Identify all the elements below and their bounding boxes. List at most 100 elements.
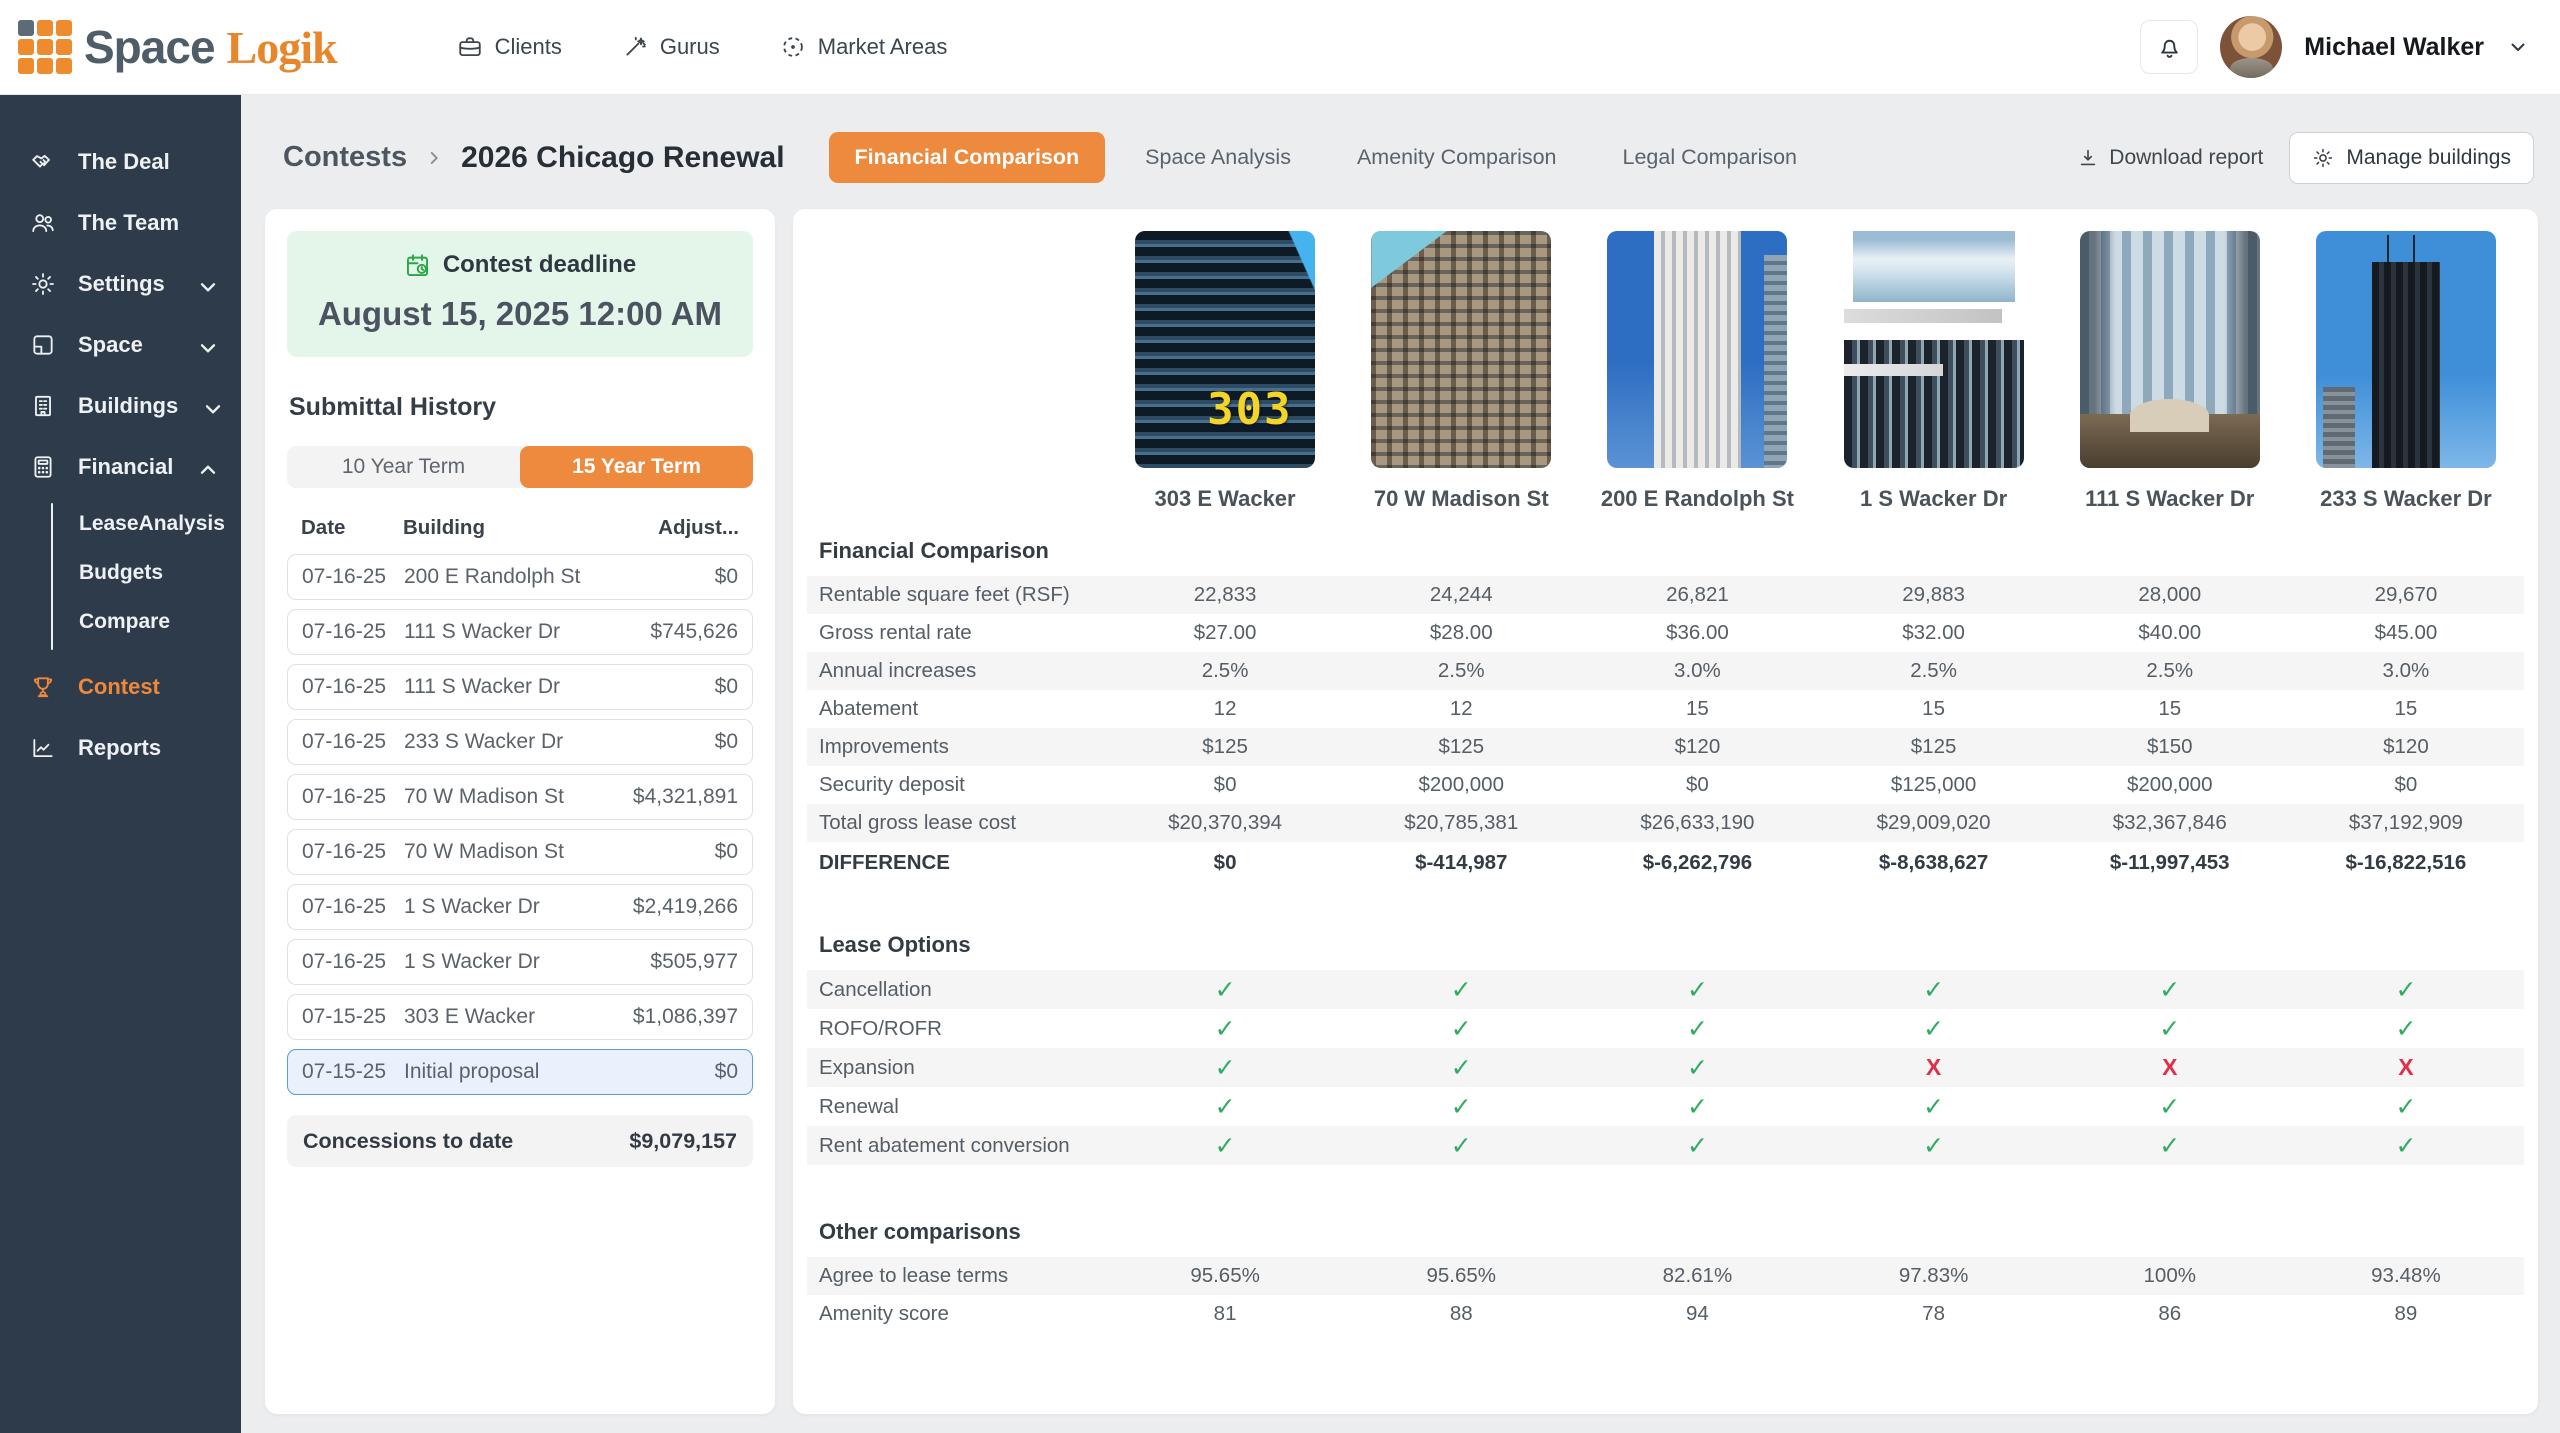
- row-value: $-16,822,516: [2288, 851, 2524, 875]
- building-photo: [1371, 231, 1551, 468]
- comparison-row-renewal: Renewal✓✓✓✓✓✓: [807, 1087, 2524, 1126]
- buildings-icon: [30, 393, 56, 419]
- breadcrumb-contests[interactable]: Contests: [283, 141, 407, 174]
- comparison-row-agree-to-lease-terms: Agree to lease terms95.65%95.65%82.61%97…: [807, 1257, 2524, 1295]
- submittal-row[interactable]: 07-16-25200 E Randolph St$0: [287, 554, 753, 600]
- submittal-row[interactable]: 07-16-2570 W Madison St$4,321,891: [287, 774, 753, 820]
- submittal-row[interactable]: 07-16-25111 S Wacker Dr$745,626: [287, 609, 753, 655]
- check-icon: ✓: [1107, 1092, 1343, 1122]
- row-value: $120: [2288, 735, 2524, 759]
- check-icon: ✓: [2288, 1014, 2524, 1044]
- gear-icon: [30, 271, 56, 297]
- spacelogik-logo[interactable]: SpaceLogik: [18, 20, 337, 74]
- row-value: 12: [1107, 697, 1343, 721]
- row-value: 88: [1343, 1302, 1579, 1326]
- sidebar-item-reports[interactable]: Reports: [0, 717, 241, 778]
- row-value: $40.00: [2052, 621, 2288, 645]
- app-root: SpaceLogik Clients Gurus Market Areas Mich…: [0, 0, 2560, 1433]
- row-label: Expansion: [807, 1056, 1107, 1080]
- tab-amenity-comparison[interactable]: Amenity Comparison: [1331, 132, 1583, 183]
- submittal-row[interactable]: 07-16-251 S Wacker Dr$2,419,266: [287, 884, 753, 930]
- row-label: Cancellation: [807, 978, 1107, 1002]
- sidebar-item-settings[interactable]: Settings: [0, 253, 241, 314]
- submittal-row[interactable]: 07-15-25303 E Wacker$1,086,397: [287, 994, 753, 1040]
- row-label: Rentable square feet (RSF): [807, 583, 1107, 607]
- nav-gurus[interactable]: Gurus: [622, 34, 720, 60]
- row-value: 100%: [2052, 1264, 2288, 1288]
- submittal-row[interactable]: 07-16-251 S Wacker Dr$505,977: [287, 939, 753, 985]
- submittal-row[interactable]: 07-16-25111 S Wacker Dr$0: [287, 664, 753, 710]
- check-icon: ✓: [1816, 1131, 2052, 1161]
- tab-legal-comparison[interactable]: Legal Comparison: [1597, 132, 1824, 183]
- check-icon: ✓: [1579, 975, 1815, 1005]
- check-icon: ✓: [1107, 1053, 1343, 1083]
- sidebar-subsection-financial: LeaseAnalysisBudgetsCompare: [0, 497, 241, 656]
- chart-icon: [30, 735, 56, 761]
- sidebar-item-space[interactable]: Space: [0, 314, 241, 375]
- row-value: 22,833: [1107, 583, 1343, 607]
- submittal-row[interactable]: 07-15-25Initial proposal$0: [287, 1049, 753, 1095]
- term-button-15-year-term[interactable]: 15 Year Term: [520, 446, 753, 488]
- row-amount: $1,086,397: [633, 1005, 738, 1029]
- sidebar-subitem-leaseanalysis[interactable]: LeaseAnalysis: [79, 499, 225, 548]
- row-amount: $0: [715, 730, 738, 754]
- sidebar-item-the-team[interactable]: The Team: [0, 192, 241, 253]
- column-building: Building: [403, 516, 658, 540]
- row-value: $125,000: [1816, 773, 2052, 797]
- sidebar-item-contest[interactable]: Contest: [0, 656, 241, 717]
- row-value: 15: [2052, 697, 2288, 721]
- row-label: Improvements: [807, 735, 1107, 759]
- user-name[interactable]: Michael Walker: [2304, 33, 2484, 62]
- nav-market-areas[interactable]: Market Areas: [780, 34, 948, 60]
- row-value: 15: [1579, 697, 1815, 721]
- row-building: 200 E Randolph St: [404, 565, 715, 589]
- row-value: $-6,262,796: [1579, 851, 1815, 875]
- user-avatar[interactable]: [2220, 16, 2282, 78]
- check-icon: ✓: [1343, 1131, 1579, 1161]
- sidebar-item-label: The Team: [78, 210, 179, 236]
- sidebar-subitem-budgets[interactable]: Budgets: [79, 548, 225, 597]
- row-value: $36.00: [1579, 621, 1815, 645]
- row-date: 07-15-25: [302, 1005, 404, 1029]
- row-value: $150: [2052, 735, 2288, 759]
- concessions-footer: Concessions to date $9,079,157: [287, 1115, 753, 1167]
- manage-buildings-button[interactable]: Manage buildings: [2289, 132, 2534, 184]
- sidebar-item-buildings[interactable]: Buildings: [0, 375, 241, 436]
- tab-bar: Financial Comparison Space Analysis Amenit…: [829, 132, 1823, 183]
- row-date: 07-15-25: [302, 1060, 404, 1084]
- nav-clients[interactable]: Clients: [457, 34, 562, 60]
- row-value: 81: [1107, 1302, 1343, 1326]
- handshake-icon: [30, 149, 56, 175]
- concessions-label: Concessions to date: [303, 1129, 513, 1154]
- notifications-button[interactable]: [2140, 20, 2198, 74]
- chevron-up-icon: [195, 457, 215, 477]
- check-icon: ✓: [1107, 1131, 1343, 1161]
- comparison-sections: Financial Comparison Rentable square feet…: [807, 538, 2524, 1333]
- sidebar-item-the-deal[interactable]: The Deal: [0, 131, 241, 192]
- tab-space-analysis[interactable]: Space Analysis: [1119, 132, 1317, 183]
- row-value: 93.48%: [2288, 1264, 2524, 1288]
- sidebar-subitem-compare[interactable]: Compare: [79, 597, 225, 646]
- building-photo: [2316, 231, 2496, 468]
- term-button-10-year-term[interactable]: 10 Year Term: [287, 446, 520, 488]
- building-name: 1 S Wacker Dr: [1860, 486, 2007, 512]
- chevron-down-icon[interactable]: [2506, 35, 2530, 59]
- building-photo: [2080, 231, 2260, 468]
- check-icon: ✓: [1816, 1092, 2052, 1122]
- download-icon: [2077, 147, 2099, 169]
- building-column: 303303 E Wacker: [1107, 231, 1343, 512]
- row-value: $125: [1343, 735, 1579, 759]
- row-value: $125: [1816, 735, 2052, 759]
- row-value: 15: [2288, 697, 2524, 721]
- row-value: $29,009,020: [1816, 811, 2052, 835]
- submittal-row[interactable]: 07-16-2570 W Madison St$0: [287, 829, 753, 875]
- section-title-financial-comparison: Financial Comparison: [807, 538, 2524, 564]
- buildings-row: 303303 E Wacker70 W Madison St200 E Rand…: [807, 231, 2524, 512]
- content-cards: Contest deadline August 15, 2025 12:00 A…: [265, 209, 2538, 1414]
- submittal-row[interactable]: 07-16-25233 S Wacker Dr$0: [287, 719, 753, 765]
- sidebar-item-financial[interactable]: Financial: [0, 436, 241, 497]
- row-value: $0: [2288, 773, 2524, 797]
- tab-financial-comparison[interactable]: Financial Comparison: [829, 132, 1106, 183]
- wand-icon: [622, 34, 648, 60]
- download-report-button[interactable]: Download report: [2077, 146, 2263, 170]
